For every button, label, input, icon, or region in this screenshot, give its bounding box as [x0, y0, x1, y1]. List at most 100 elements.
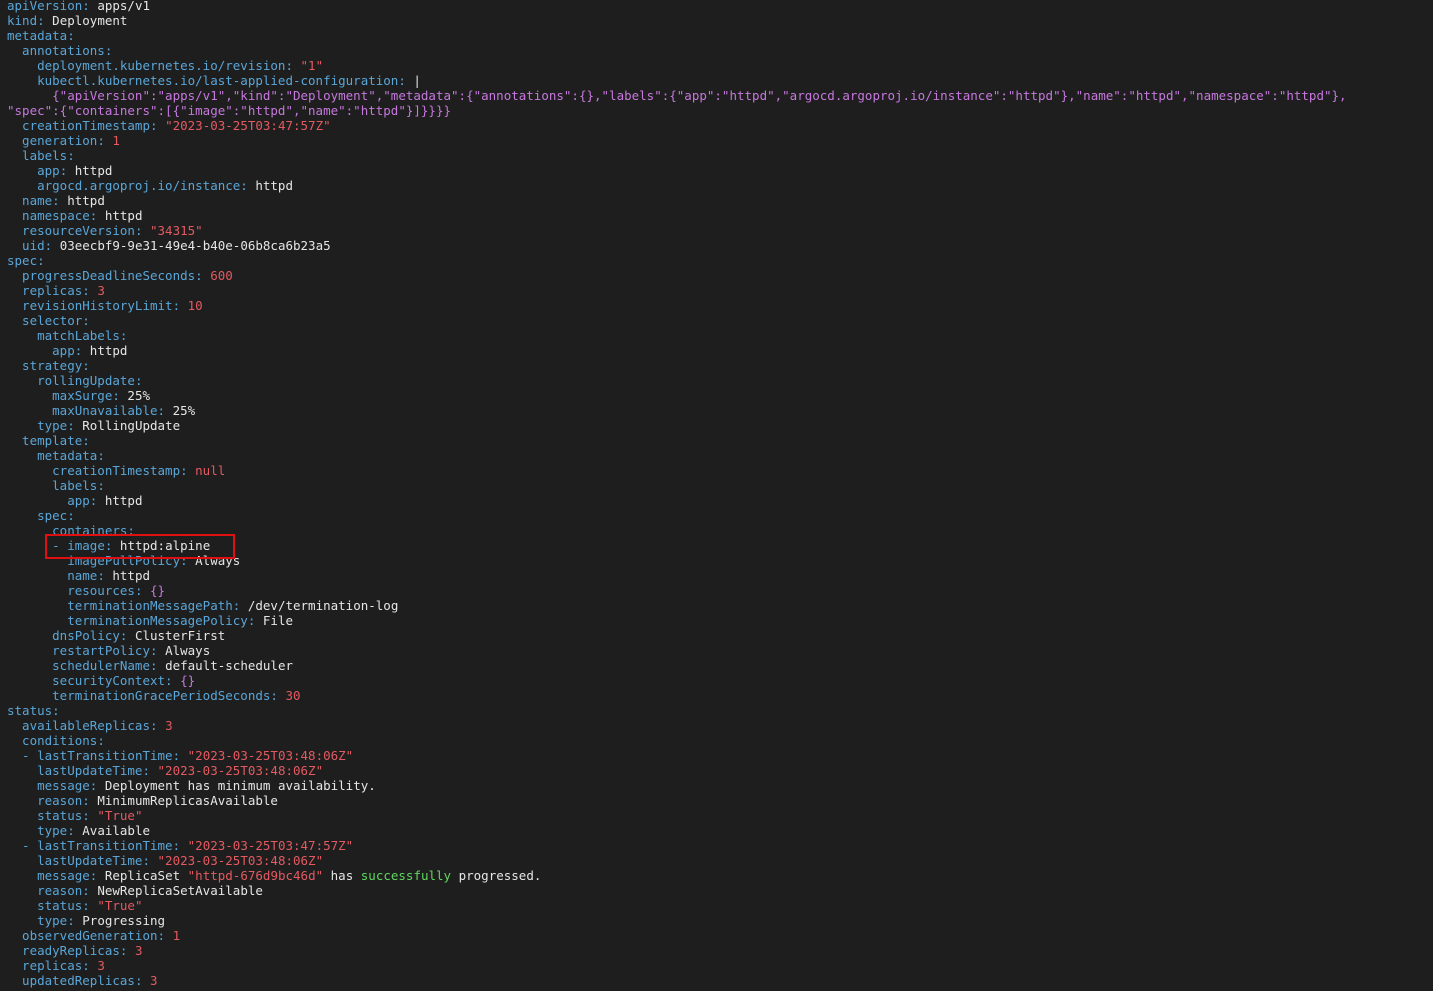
- yaml-token: imagePullPolicy: [7, 553, 181, 568]
- yaml-line: reason: NewReplicaSetAvailable: [7, 883, 1433, 898]
- yaml-token: :: [157, 403, 173, 418]
- yaml-line: revisionHistoryLimit: 10: [7, 298, 1433, 313]
- yaml-token: httpd: [104, 208, 143, 223]
- yaml-token: uid: [7, 238, 45, 253]
- yaml-token: :: [82, 433, 90, 448]
- yaml-token: Available: [82, 823, 151, 838]
- yaml-token: Deployment has minimum availability.: [104, 778, 376, 793]
- yaml-line: uid: 03eecbf9-9e31-49e4-b40e-06b8ca6b23a…: [7, 238, 1433, 253]
- yaml-line: annotations:: [7, 43, 1433, 58]
- yaml-token: message: [7, 778, 90, 793]
- yaml-line: maxSurge: 25%: [7, 388, 1433, 403]
- yaml-token: :: [119, 328, 128, 343]
- yaml-token: template: [7, 433, 83, 448]
- yaml-line: - lastTransitionTime: "2023-03-25T03:47:…: [7, 838, 1433, 853]
- yaml-line: containers:: [7, 523, 1433, 538]
- yaml-line: reason: MinimumReplicasAvailable: [7, 793, 1433, 808]
- yaml-token: httpd: [112, 568, 151, 583]
- yaml-token: creationTimestamp: [7, 463, 181, 478]
- yaml-token: 3: [134, 943, 143, 958]
- yaml-token: Progressing: [82, 913, 166, 928]
- yaml-line: message: Deployment has minimum availabi…: [7, 778, 1433, 793]
- yaml-line: updatedReplicas: 3: [7, 973, 1433, 988]
- yaml-line: lastUpdateTime: "2023-03-25T03:48:06Z": [7, 763, 1433, 778]
- yaml-token: containers: [7, 523, 128, 538]
- yaml-line: observedGeneration: 1: [7, 928, 1433, 943]
- yaml-token: :: [82, 313, 90, 328]
- yaml-token: :: [97, 478, 105, 493]
- yaml-token: spec: [7, 253, 38, 268]
- yaml-token: availableReplicas: [7, 718, 150, 733]
- yaml-token: -: [7, 838, 38, 853]
- yaml-token: metadata: [7, 28, 68, 43]
- yaml-line: resources: {}: [7, 583, 1433, 598]
- yaml-token: :: [37, 253, 45, 268]
- yaml-token: 3: [97, 958, 105, 973]
- yaml-token: :: [67, 823, 83, 838]
- yaml-token: annotations: [7, 43, 105, 58]
- yaml-line: apiVersion: apps/v1: [7, 0, 1433, 13]
- yaml-line: restartPolicy: Always: [7, 643, 1433, 658]
- yaml-line: message: ReplicaSet "httpd-676d9bc46d" h…: [7, 868, 1433, 883]
- yaml-token: replicas: [7, 283, 83, 298]
- yaml-line: status: "True": [7, 898, 1433, 913]
- yaml-line: maxUnavailable: 25%: [7, 403, 1433, 418]
- yaml-line: availableReplicas: 3: [7, 718, 1433, 733]
- yaml-token: 3: [165, 718, 173, 733]
- yaml-token: progressDeadlineSeconds: [7, 268, 196, 283]
- yaml-token: :: [172, 838, 188, 853]
- yaml-token: :: [97, 133, 113, 148]
- yaml-output: apiVersion: apps/v1 kind: Deployment metad…: [7, 0, 1433, 988]
- yaml-token: has: [323, 868, 361, 883]
- yaml-line: status:: [7, 703, 1433, 718]
- yaml-token: 3: [150, 973, 158, 988]
- yaml-line: schedulerName: default-scheduler: [7, 658, 1433, 673]
- yaml-token: :: [82, 0, 98, 13]
- yaml-token: deployment.kubernetes.io/revision: [7, 58, 286, 73]
- yaml-token: apps/v1: [97, 0, 151, 13]
- yaml-line: {"apiVersion":"apps/v1","kind":"Deployme…: [7, 88, 1433, 103]
- yaml-token: :: [165, 673, 181, 688]
- yaml-token: :: [285, 58, 301, 73]
- yaml-token: revisionHistoryLimit: [7, 298, 173, 313]
- yaml-token: :: [172, 748, 188, 763]
- yaml-token: :: [67, 508, 75, 523]
- yaml-token: name: [7, 568, 98, 583]
- yaml-token: httpd: [255, 178, 293, 193]
- yaml-token: :: [142, 763, 158, 778]
- yaml-token: type: [7, 418, 68, 433]
- yaml-line: creationTimestamp: null: [7, 463, 1433, 478]
- yaml-token: name: [7, 193, 53, 208]
- yaml-token: :: [270, 688, 286, 703]
- yaml-line: labels:: [7, 478, 1433, 493]
- yaml-token: successfully: [360, 868, 452, 883]
- yaml-token: :: [67, 28, 75, 43]
- yaml-token: :: [82, 358, 90, 373]
- yaml-token: {}: [150, 583, 166, 598]
- yaml-token: :: [44, 238, 60, 253]
- yaml-token: securityContext: [7, 673, 166, 688]
- yaml-token: creationTimestamp: [7, 118, 150, 133]
- yaml-line: lastUpdateTime: "2023-03-25T03:48:06Z": [7, 853, 1433, 868]
- yaml-token: :: [398, 73, 414, 88]
- yaml-token: type: [7, 913, 68, 928]
- yaml-token: "True": [97, 898, 143, 913]
- yaml-token: :: [97, 733, 105, 748]
- yaml-token: type: [7, 823, 68, 838]
- yaml-token: :: [127, 523, 135, 538]
- yaml-line: app: httpd: [7, 493, 1433, 508]
- yaml-line: terminationMessagePolicy: File: [7, 613, 1433, 628]
- yaml-token: :: [89, 778, 105, 793]
- terminal-window[interactable]: apiVersion: apps/v1 kind: Deployment metad…: [0, 0, 1433, 991]
- yaml-token: :: [89, 868, 105, 883]
- yaml-token: maxSurge: [7, 388, 113, 403]
- yaml-line: dnsPolicy: ClusterFirst: [7, 628, 1433, 643]
- yaml-line: terminationMessagePath: /dev/termination…: [7, 598, 1433, 613]
- yaml-token: :: [150, 718, 166, 733]
- yaml-token: httpd: [104, 493, 143, 508]
- yaml-line: selector:: [7, 313, 1433, 328]
- yaml-token: :: [82, 793, 98, 808]
- yaml-token: terminationMessagePolicy: [7, 613, 248, 628]
- yaml-token: dnsPolicy: [7, 628, 120, 643]
- yaml-token: "httpd-676d9bc46d": [187, 868, 324, 883]
